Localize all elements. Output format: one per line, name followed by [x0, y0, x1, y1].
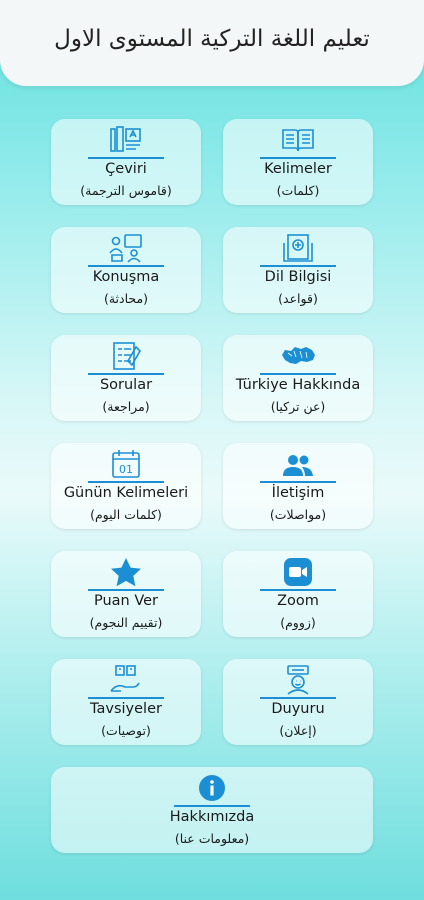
divider-line	[88, 373, 164, 375]
menu-card-zoom[interactable]: Zoom (زووم)	[223, 551, 373, 637]
menu-card-gunun-kelimeleri[interactable]: 01 Günün Kelimeleri (كلمات اليوم)	[51, 443, 201, 529]
menu-label: Kelimeler	[264, 161, 332, 177]
menu-card-dilbilgisi[interactable]: Dil Bilgisi (قواعد)	[223, 227, 373, 313]
divider-line	[260, 157, 336, 159]
divider-line	[88, 481, 164, 483]
menu-label: İletişim	[271, 485, 325, 501]
menu-sublabel: (توصيات)	[101, 723, 151, 738]
menu-label: Sorular	[99, 377, 153, 393]
menu-card-tavsiyeler[interactable]: Tavsiyeler (توصيات)	[51, 659, 201, 745]
translate-tools-icon	[108, 125, 144, 155]
turkey-map-icon	[280, 341, 316, 371]
menu-card-konusma[interactable]: Konuşma (محادثة)	[51, 227, 201, 313]
divider-line	[260, 589, 336, 591]
divider-line	[260, 481, 336, 483]
menu-sublabel: (كلمات اليوم)	[90, 507, 162, 522]
divider-line	[88, 589, 164, 591]
menu-card-puan-ver[interactable]: Puan Ver (تقييم النجوم)	[51, 551, 201, 637]
divider-line	[88, 697, 164, 699]
announcement-icon	[280, 665, 316, 695]
people-icon	[280, 449, 316, 479]
video-camera-icon	[280, 557, 316, 587]
info-icon	[194, 773, 230, 803]
menu-sublabel: (عن تركيا)	[270, 399, 326, 414]
menu-card-kelimeler[interactable]: Kelimeler (كلمات)	[223, 119, 373, 205]
menu-label: Günün Kelimeleri	[63, 485, 189, 501]
divider-line	[174, 805, 250, 807]
menu-label: Çeviri	[105, 161, 147, 177]
menu-sublabel: (معلومات عنا)	[174, 831, 250, 846]
open-book-icon	[280, 125, 316, 155]
menu-sublabel: (زووم)	[280, 615, 316, 630]
menu-card-hakkimizda[interactable]: Hakkımızda (معلومات عنا)	[51, 767, 373, 853]
menu-label: Türkiye Hakkında	[235, 377, 361, 393]
app-header: تعليم اللغة التركية المستوى الاول	[0, 0, 424, 86]
menu-label: Konuşma	[92, 269, 160, 285]
menu-sublabel: (مراجعة)	[102, 399, 150, 414]
page-title: تعليم اللغة التركية المستوى الاول	[54, 26, 370, 52]
menu-sublabel: (قواعد)	[278, 291, 318, 306]
menu-label: Duyuru	[271, 701, 325, 717]
menu-label: Dil Bilgisi	[264, 269, 332, 285]
svg-text:01: 01	[119, 463, 133, 476]
menu-card-duyuru[interactable]: Duyuru (إعلان)	[223, 659, 373, 745]
menu-sublabel: (قاموس الترجمة)	[80, 183, 172, 198]
menu-label: Hakkımızda	[169, 809, 255, 825]
menu-card-turkiye[interactable]: Türkiye Hakkında (عن تركيا)	[223, 335, 373, 421]
menu-sublabel: (تقييم النجوم)	[89, 615, 163, 630]
divider-line	[260, 373, 336, 375]
menu-label: Zoom	[277, 593, 319, 609]
menu-label: Tavsiyeler	[90, 701, 162, 717]
menu-sublabel: (مواصلات)	[269, 507, 327, 522]
divider-line	[88, 265, 164, 267]
menu-sublabel: (محادثة)	[103, 291, 149, 306]
menu-label: Puan Ver	[93, 593, 159, 609]
grammar-book-icon	[280, 233, 316, 263]
recommendation-hand-icon	[108, 665, 144, 695]
star-icon	[108, 557, 144, 587]
divider-line	[260, 697, 336, 699]
menu-sublabel: (إعلان)	[279, 723, 317, 738]
divider-line	[88, 157, 164, 159]
calendar-icon: 01	[108, 449, 144, 479]
quiz-sheet-icon	[108, 341, 144, 371]
menu-card-sorular[interactable]: Sorular (مراجعة)	[51, 335, 201, 421]
menu-card-iletisim[interactable]: İletişim (مواصلات)	[223, 443, 373, 529]
menu-sublabel: (كلمات)	[276, 183, 320, 198]
divider-line	[260, 265, 336, 267]
menu-card-ceviri[interactable]: Çeviri (قاموس الترجمة)	[51, 119, 201, 205]
conversation-icon	[108, 233, 144, 263]
